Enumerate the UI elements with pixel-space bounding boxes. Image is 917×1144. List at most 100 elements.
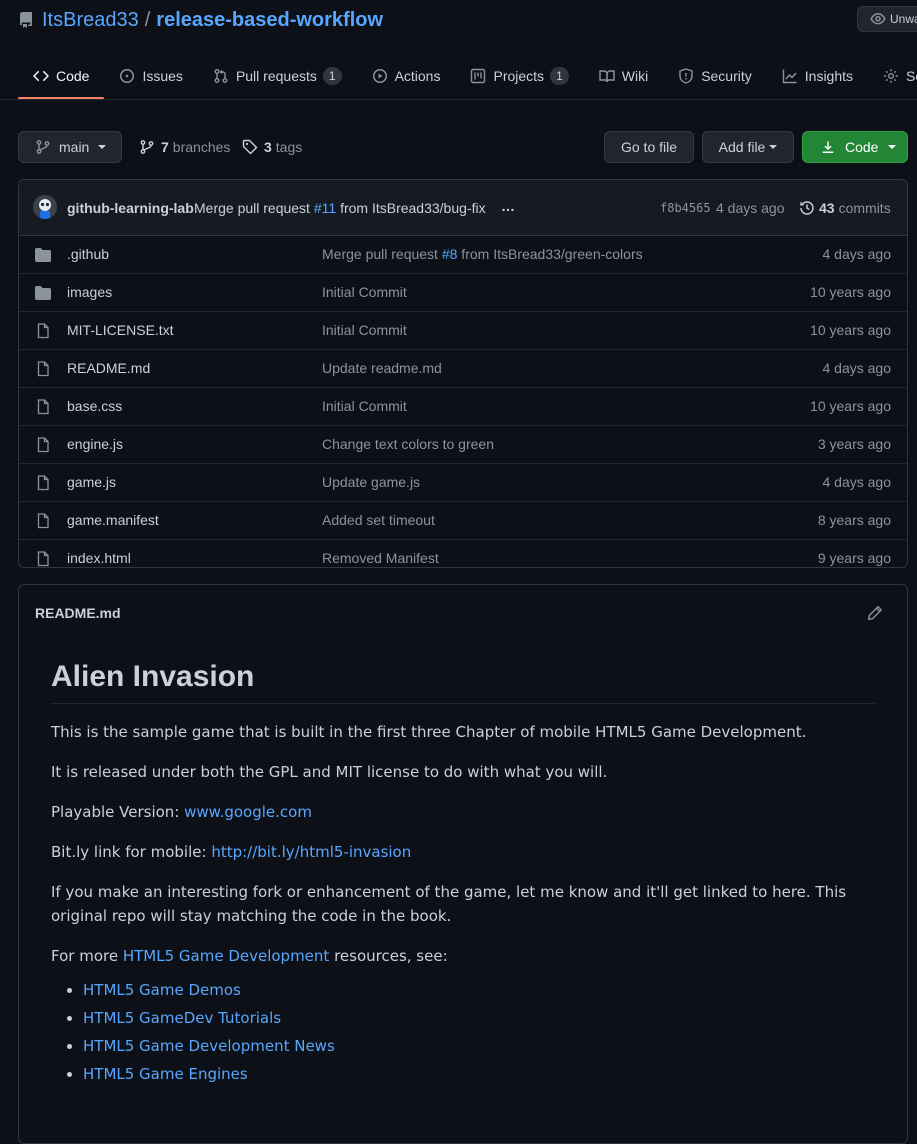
- unwatch-button[interactable]: Unwatch: [857, 6, 917, 32]
- file-age: 10 years ago: [810, 398, 891, 414]
- latest-commit-bar: github-learning-lab Merge pull request #…: [19, 180, 907, 236]
- table-row[interactable]: images Initial Commit 10 years ago: [19, 274, 907, 312]
- repo-name-link[interactable]: release-based-workflow: [156, 9, 383, 32]
- table-row[interactable]: .github Merge pull request #8 from ItsBre…: [19, 236, 907, 274]
- readme-filename[interactable]: README.md: [35, 605, 121, 621]
- file-commit-message[interactable]: Initial Commit: [322, 398, 407, 414]
- file-name-link[interactable]: index.html: [67, 550, 131, 566]
- commit-pr-link[interactable]: #8: [442, 246, 458, 262]
- tab-projects[interactable]: Projects 1: [455, 56, 583, 96]
- file-name-link[interactable]: game.manifest: [67, 512, 159, 528]
- chevron-down-icon: [769, 145, 778, 149]
- file-commit-message[interactable]: Update readme.md: [322, 360, 442, 376]
- code-button[interactable]: Code: [802, 131, 908, 163]
- file-commit-message[interactable]: Removed Manifest: [322, 550, 439, 566]
- tab-settings[interactable]: Settings: [868, 56, 917, 96]
- readme-paragraph: This is the sample game that is built in…: [51, 723, 807, 741]
- file-commit-message[interactable]: Update game.js: [322, 474, 420, 490]
- file-list: .github Merge pull request #8 from ItsBre…: [19, 236, 907, 567]
- file-commit-message[interactable]: Added set timeout: [322, 512, 435, 528]
- file-name-link[interactable]: base.css: [67, 398, 122, 414]
- branch-icon: [35, 139, 51, 155]
- readme-content: Alien Invasion This is the sample game t…: [51, 657, 875, 1090]
- resource-link[interactable]: HTML5 Game Engines: [83, 1065, 248, 1083]
- tab-label: Issues: [142, 68, 183, 84]
- commit-message-prefix: Merge pull request: [194, 200, 310, 216]
- go-to-file-button[interactable]: Go to file: [604, 131, 694, 163]
- resource-link[interactable]: HTML5 GameDev Tutorials: [83, 1009, 281, 1027]
- commit-message[interactable]: Merge pull request #11 from ItsBread33/b…: [194, 200, 486, 216]
- html5-gamedev-link[interactable]: HTML5 Game Development: [123, 947, 329, 965]
- file-name-link[interactable]: .github: [67, 246, 109, 262]
- table-row[interactable]: game.js Update game.js 4 days ago: [19, 464, 907, 502]
- resource-link[interactable]: HTML5 Game Demos: [83, 981, 241, 999]
- commit-author-link[interactable]: github-learning-lab: [67, 200, 194, 216]
- tab-pull-requests[interactable]: Pull requests 1: [198, 56, 357, 96]
- folder-icon: [35, 285, 51, 301]
- tab-security[interactable]: Security: [663, 56, 767, 96]
- avatar[interactable]: [33, 195, 57, 219]
- file-commit-message[interactable]: Initial Commit: [322, 322, 407, 338]
- go-to-file-label: Go to file: [620, 139, 678, 155]
- commit-pr-link[interactable]: #11: [314, 200, 336, 216]
- table-row[interactable]: engine.js Change text colors to green 3 ye…: [19, 426, 907, 464]
- repo-owner-link[interactable]: ItsBread33: [42, 9, 139, 32]
- file-name-link[interactable]: MIT-LICENSE.txt: [67, 322, 174, 338]
- commit-message-text: Change text colors to green: [322, 436, 494, 452]
- tab-code[interactable]: Code: [18, 56, 105, 99]
- table-row[interactable]: base.css Initial Commit 10 years ago: [19, 388, 907, 426]
- repo-separator: /: [144, 8, 151, 31]
- file-name-link[interactable]: images: [67, 284, 112, 300]
- repo-title: ItsBread33 / release-based-workflow: [18, 7, 383, 33]
- file-commit-message[interactable]: Initial Commit: [322, 284, 407, 300]
- file-age: 10 years ago: [810, 322, 891, 338]
- tab-wiki[interactable]: Wiki: [584, 56, 663, 96]
- tab-label: Projects: [493, 68, 545, 84]
- chevron-down-icon: [888, 145, 897, 149]
- commit-message-text: Removed Manifest: [322, 550, 439, 566]
- tab-actions[interactable]: Actions: [357, 56, 456, 96]
- table-row[interactable]: game.manifest Added set timeout 8 years ag…: [19, 502, 907, 540]
- tab-insights[interactable]: Insights: [767, 56, 868, 96]
- file-name-link[interactable]: engine.js: [67, 436, 123, 452]
- unwatch-label: Unwatch: [890, 12, 917, 26]
- tab-issues[interactable]: Issues: [104, 56, 197, 96]
- tab-label: Insights: [804, 68, 854, 84]
- history-icon: [799, 200, 815, 216]
- expand-commit-button[interactable]: …: [501, 198, 515, 214]
- readme-paragraph: It is released under both the GPL and MI…: [51, 763, 608, 781]
- tags-count: 3: [264, 139, 272, 155]
- add-file-button[interactable]: Add file: [702, 131, 794, 163]
- file-commit-message[interactable]: Merge pull request #8 from ItsBread33/gr…: [322, 246, 643, 262]
- table-row[interactable]: README.md Update readme.md 4 days ago: [19, 350, 907, 388]
- playable-link[interactable]: www.google.com: [184, 803, 312, 821]
- branches-link[interactable]: 7 branches: [139, 138, 230, 156]
- file-name-link[interactable]: README.md: [67, 360, 150, 376]
- file-icon: [35, 475, 51, 491]
- branch-name: main: [59, 139, 90, 155]
- commit-sha-link[interactable]: f8b4565: [660, 201, 711, 215]
- file-age: 9 years ago: [817, 550, 891, 566]
- eye-icon: [870, 11, 890, 27]
- commits-link[interactable]: 43 commits: [799, 200, 891, 216]
- tab-label: Code: [56, 68, 90, 84]
- commit-message-text: Update readme.md: [322, 360, 442, 376]
- tag-icon: [242, 139, 258, 155]
- table-row[interactable]: MIT-LICENSE.txt Initial Commit 10 years ag…: [19, 312, 907, 350]
- bitly-link[interactable]: http://bit.ly/html5-invasion: [211, 843, 411, 861]
- file-icon: [35, 323, 51, 339]
- tags-link[interactable]: 3 tags: [242, 138, 302, 156]
- tab-label: Security: [701, 68, 752, 84]
- file-name-link[interactable]: game.js: [67, 474, 116, 490]
- file-commit-message[interactable]: Change text colors to green: [322, 436, 494, 452]
- more-suffix: resources, see:: [329, 947, 448, 965]
- list-item: HTML5 Game Demos: [83, 978, 875, 1002]
- shield-icon: [678, 68, 701, 84]
- commit-message-suffix: from ItsBread33/green-colors: [457, 246, 643, 262]
- resource-link[interactable]: HTML5 Game Development News: [83, 1037, 335, 1055]
- table-row[interactable]: index.html Removed Manifest 9 years ago: [19, 540, 907, 567]
- file-icon: [35, 551, 51, 567]
- pencil-icon[interactable]: [867, 605, 883, 621]
- branch-select-button[interactable]: main: [18, 131, 122, 163]
- code-icon: [33, 68, 56, 84]
